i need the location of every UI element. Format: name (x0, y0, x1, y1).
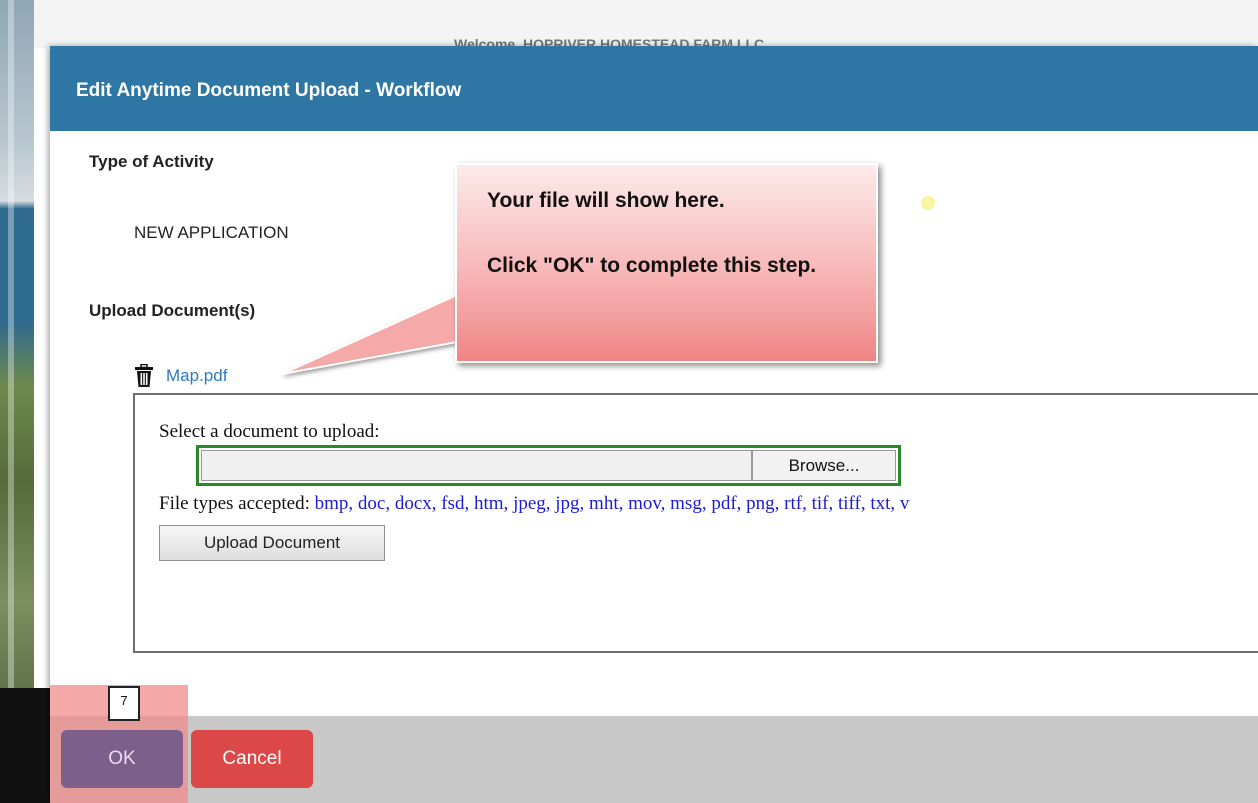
background-page-header: Welcome, HOPRIVER HOMESTEAD FARM LLC (34, 0, 1258, 48)
callout-line-1: Your file will show here. (487, 189, 725, 212)
ok-button[interactable]: OK (61, 730, 183, 788)
callout-line-2: Click "OK" to complete this step. (487, 254, 817, 277)
upload-documents-label: Upload Document(s) (89, 301, 256, 320)
cursor-highlight-dot (921, 196, 935, 210)
type-of-activity-value: NEW APPLICATION (134, 223, 289, 242)
background-page-footer (0, 688, 50, 803)
modal-header: Edit Anytime Document Upload - Workflow (50, 46, 1258, 131)
file-path-field[interactable] (201, 450, 752, 481)
file-types-line: File types accepted: bmp, doc, docx, fsd… (159, 493, 909, 515)
file-types-prefix: File types accepted: (159, 493, 310, 514)
cancel-button[interactable]: Cancel (191, 730, 313, 788)
upload-panel: Select a document to upload: Browse... F… (133, 393, 1258, 653)
document-upload-modal: Edit Anytime Document Upload - Workflow … (50, 46, 1258, 803)
uploaded-file-row: Map.pdf (134, 364, 227, 388)
tutorial-callout: Your file will show here. Click "OK" to … (455, 163, 878, 363)
file-input[interactable]: Browse... (196, 445, 901, 486)
type-of-activity-label: Type of Activity (89, 152, 214, 171)
step-number-badge: 7 (108, 686, 140, 721)
browse-button[interactable]: Browse... (752, 450, 896, 481)
uploaded-file-link[interactable]: Map.pdf (166, 366, 227, 386)
background-page-strip (0, 0, 34, 803)
modal-title: Edit Anytime Document Upload - Workflow (76, 80, 462, 101)
upload-document-button[interactable]: Upload Document (159, 525, 385, 561)
file-types-list: bmp, doc, docx, fsd, htm, jpeg, jpg, mht… (314, 493, 910, 514)
trash-icon[interactable] (134, 364, 154, 388)
upload-prompt: Select a document to upload: (159, 421, 380, 442)
